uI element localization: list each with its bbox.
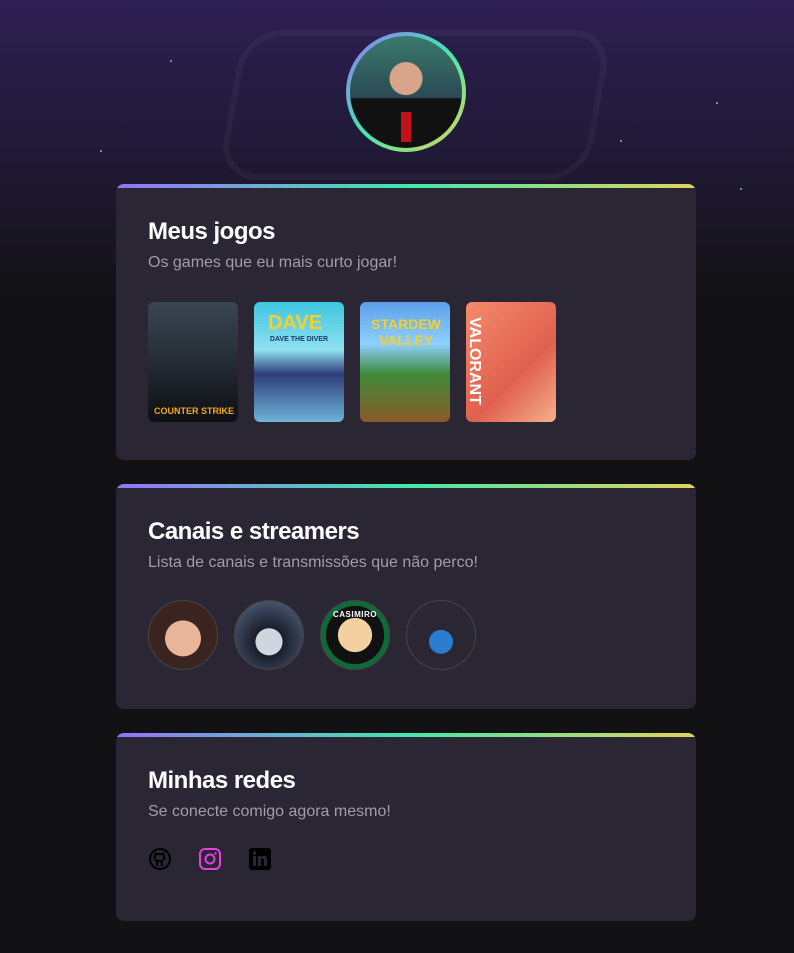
section-title: Canais e streamers (148, 518, 360, 545)
game-dave-the-diver[interactable]: DAVE Dave the Diver (254, 302, 344, 422)
section-title: Meus jogos (148, 218, 276, 245)
streamer-logo-text: Casimiro (333, 610, 377, 619)
section-subtitle: Os games que eu mais curto jogar! (148, 254, 398, 271)
streamer-casimiro[interactable]: Casimiro (320, 600, 390, 670)
linkedin-icon (249, 848, 271, 870)
github-icon (149, 848, 171, 870)
game-counter-strike[interactable]: COUNTER STRIKE (148, 302, 238, 422)
game-stardew-valley[interactable]: STARDEW VALLEY (360, 302, 450, 422)
section-subtitle: Lista de canais e transmissões que não p… (148, 554, 478, 571)
social-card: Minhas redes Se conecte comigo agora mes… (116, 733, 696, 921)
section-title: Minhas redes (148, 767, 296, 794)
instagram-icon (199, 848, 221, 870)
github-link[interactable] (148, 847, 172, 871)
game-title: Dave the Diver (269, 336, 329, 343)
games-card: Meus jogos Os games que eu mais curto jo… (116, 184, 696, 460)
streamers-card: Canais e streamers Lista de canais e tra… (116, 484, 696, 709)
game-valorant[interactable]: VALORANT (466, 302, 556, 422)
section-subtitle: Se conecte comigo agora mesmo! (148, 803, 391, 820)
streamer-1[interactable] (148, 600, 218, 670)
streamer-4[interactable] (406, 600, 476, 670)
linkedin-link[interactable] (248, 847, 272, 871)
profile-avatar (346, 32, 466, 152)
streamer-2[interactable] (234, 600, 304, 670)
instagram-link[interactable] (198, 847, 222, 871)
